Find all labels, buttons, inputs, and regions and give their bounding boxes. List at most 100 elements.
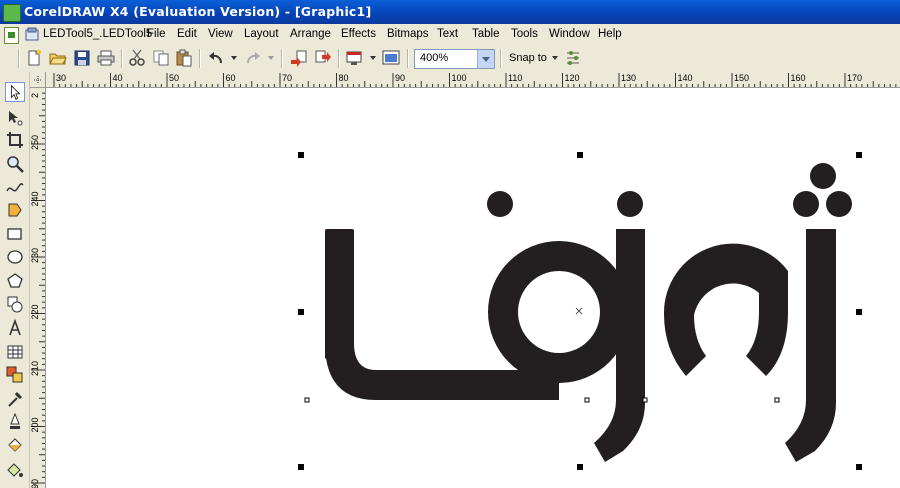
snap-to-button[interactable]: Snap to [509,52,547,64]
zoom-level-combobox[interactable]: 400% [414,49,495,69]
selection-handle-bc[interactable] [577,464,583,470]
horizontal-ruler-label: 40 [113,73,123,83]
selection-handle-mr[interactable] [856,309,862,315]
text-tool-icon[interactable] [5,318,25,338]
export-icon[interactable] [313,49,333,67]
horizontal-ruler-label: 110 [508,73,522,83]
ellipse-tool-icon[interactable] [5,247,25,267]
basic-shapes-tool-icon[interactable] [5,294,25,314]
menu-window[interactable]: Window [549,28,590,40]
toolbar-separator [500,49,502,68]
vertical-ruler-corner-label: 2 [30,93,40,98]
ruler-origin-icon [34,76,42,84]
new-document-icon[interactable] [24,49,44,67]
right-arc-stroke[interactable] [663,243,788,376]
selection-handle-tc[interactable] [577,152,583,158]
document-icon[interactable] [4,27,19,44]
selection-handle-br[interactable] [856,464,862,470]
horizontal-ruler-label: 100 [452,73,467,83]
menu-edit[interactable]: Edit [177,28,197,40]
redo-icon[interactable] [243,49,263,67]
import-icon[interactable] [289,49,309,67]
menu-help[interactable]: Help [598,28,622,40]
vertical-ruler-label: 200 [30,417,40,432]
selection-handle-bl[interactable] [298,464,304,470]
smart-fill-tool-icon[interactable] [5,200,25,220]
cut-icon[interactable] [127,49,147,67]
drawing-canvas[interactable] [46,88,900,488]
undo-dropdown-arrow-icon[interactable] [231,56,237,60]
toolbar-separator [121,49,123,68]
dot-2[interactable] [617,191,643,217]
save-icon[interactable] [72,49,92,67]
selection-handle-tr[interactable] [856,152,862,158]
undo-icon[interactable] [206,49,226,67]
menu-text[interactable]: Text [437,28,458,40]
paste-icon[interactable] [174,49,194,67]
selection-handle-tl[interactable] [298,152,304,158]
toolbar-separator [281,49,283,68]
vertical-ruler-label: 220 [30,304,40,319]
menu-effects[interactable]: Effects [341,28,376,40]
menu-view[interactable]: View [208,28,233,40]
polygon-tool-icon[interactable] [5,271,25,291]
horizontal-ruler-label: 30 [56,73,66,83]
zoom-dropdown-arrow-icon[interactable] [477,50,494,68]
menu-tools[interactable]: Tools [511,28,538,40]
selection-handle-ml[interactable] [298,309,304,315]
welcome-screen-icon[interactable] [381,49,401,67]
pick-tool-icon[interactable] [5,82,25,102]
freehand-tool-icon[interactable] [5,177,25,197]
menu-bar: LEDTool5_.LEDTool5 File Edit View Layout… [0,24,900,46]
menu-arrange[interactable]: Arrange [290,28,331,40]
dot-5[interactable] [826,191,852,217]
left-stem[interactable] [325,229,354,359]
horizontal-ruler-label: 140 [678,73,693,83]
application-launcher-icon[interactable] [345,49,365,67]
vertical-ruler-label: 240 [30,191,40,206]
arabic-calligraphy-artwork[interactable] [325,163,852,462]
vertical-ruler-label: 90 [30,479,40,488]
dot-3[interactable] [810,163,836,189]
options-icon[interactable] [563,49,583,67]
shape-tool-icon[interactable] [5,108,25,128]
outline-pen-tool-icon[interactable] [5,412,25,432]
print-icon[interactable] [96,49,116,67]
toolbar-separator [407,49,409,68]
eyedropper-tool-icon[interactable] [5,389,25,409]
copy-icon[interactable] [151,49,171,67]
document-tab-name[interactable]: LEDTool5_.LEDTool5 [43,28,152,40]
toolbar-separator [199,49,201,68]
node-marker [304,397,310,403]
window-title: CorelDRAW X4 (Evaluation Version) - [Gra… [24,4,372,19]
vertical-ruler-label: 210 [30,361,40,376]
coreldraw-app-icon[interactable] [3,4,21,22]
table-tool-icon[interactable] [5,342,25,362]
interactive-fill-tool-icon[interactable] [5,460,25,480]
ruler-origin-corner[interactable] [30,72,46,88]
horizontal-ruler[interactable]: 3040506070809010011012013014015016017018 [46,72,900,88]
launcher-dropdown-arrow-icon[interactable] [370,56,376,60]
ring-shape[interactable] [488,241,630,383]
right-tail-stroke[interactable] [785,229,836,462]
menu-bitmaps[interactable]: Bitmaps [387,28,429,40]
rectangle-tool-icon[interactable] [5,224,25,244]
redo-dropdown-arrow-icon[interactable] [268,56,274,60]
menu-table[interactable]: Table [472,28,500,40]
fill-tool-icon[interactable] [5,436,25,456]
menu-layout[interactable]: Layout [244,28,279,40]
snap-to-dropdown-arrow-icon[interactable] [552,56,558,60]
horizontal-ruler-label: 90 [395,73,405,83]
dot-1[interactable] [487,191,513,217]
menu-file[interactable]: File [147,28,166,40]
interactive-blend-tool-icon[interactable] [5,365,25,385]
crop-tool-icon[interactable] [5,130,25,150]
vertical-ruler[interactable]: 250 240 230 220 210 200 90 2 [30,88,46,488]
horizontal-ruler-label: 130 [621,73,636,83]
dot-4[interactable] [793,191,819,217]
horizontal-ruler-label: 170 [847,73,862,83]
zoom-tool-icon[interactable] [5,154,25,174]
horizontal-ruler-label: 50 [169,73,179,83]
vertical-ruler-label: 250 [30,135,40,150]
open-folder-icon[interactable] [48,49,68,67]
